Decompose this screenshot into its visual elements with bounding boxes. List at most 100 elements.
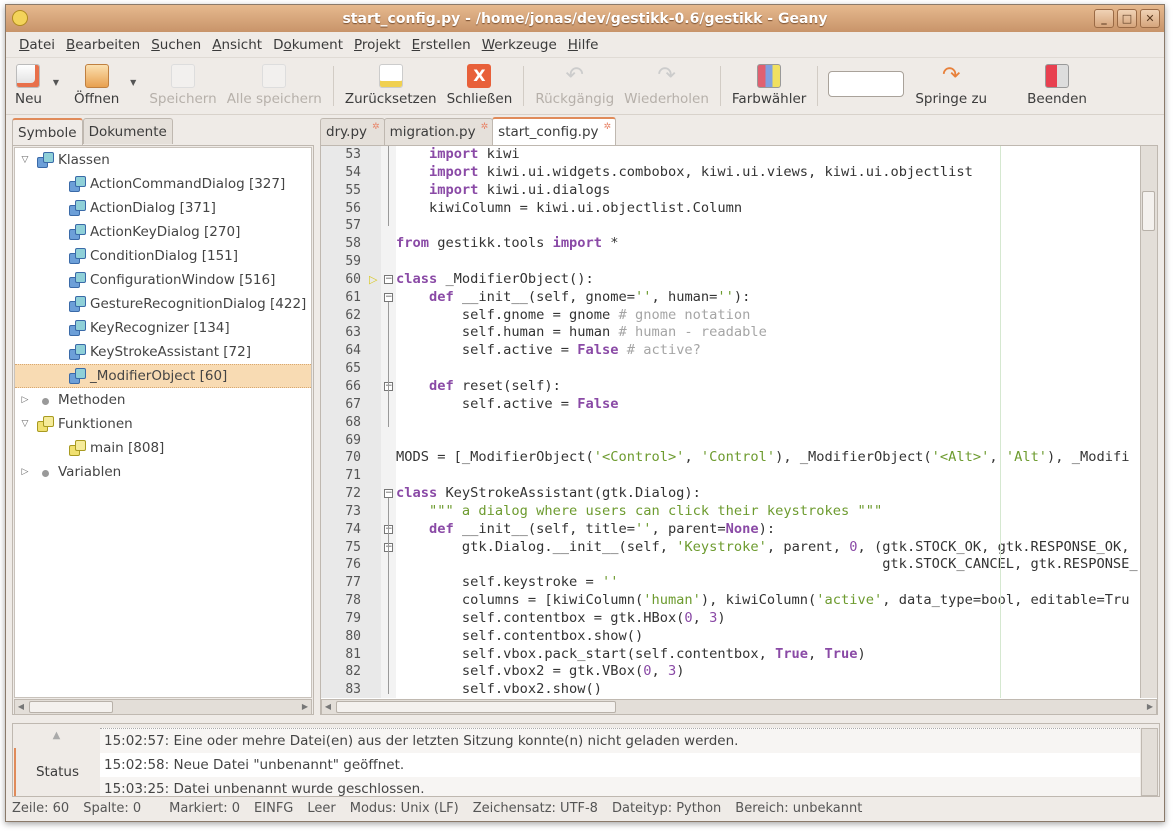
code-line[interactable]: import kiwi.ui.widgets.combobox, kiwi.ui… [396, 164, 1142, 182]
open-button[interactable]: Öffnen ▼ [69, 58, 136, 107]
code-line[interactable]: kiwiColumn = kiwi.ui.objectlist.Column [396, 200, 1142, 218]
tree-item[interactable]: ActionKeyDialog [270] [15, 220, 311, 244]
code-line[interactable]: self.active = False # active? [396, 342, 1142, 360]
code-line[interactable]: class KeyStrokeAssistant(gtk.Dialog): [396, 485, 1142, 503]
undo-button[interactable]: ↶ Rückgängig [530, 58, 619, 108]
code-line[interactable]: self.vbox.pack_start(self.contentbox, Tr… [396, 646, 1142, 664]
menu-Hilfe[interactable]: Hilfe [563, 37, 605, 53]
tree-item[interactable]: KeyRecognizer [134] [15, 316, 311, 340]
code-line[interactable] [396, 360, 1142, 378]
method-icon [37, 392, 53, 408]
editor-tab[interactable]: start_config.py ✲ [492, 117, 617, 146]
scroll-up-icon[interactable]: ▲ [14, 725, 99, 747]
fold-toggle-icon[interactable]: − [384, 292, 393, 302]
redo-button[interactable]: ↷ Wiederholen [619, 58, 714, 108]
save-all-icon [262, 64, 287, 88]
code-editor[interactable]: 53 54 55 56 57 58 59 60 61 62 63 64 65 66 67 68 69 70 71 72… [320, 145, 1158, 715]
menu-Ansicht[interactable]: Ansicht [207, 37, 268, 53]
fold-toggle-icon[interactable]: − [384, 274, 393, 284]
code-line[interactable]: def reset(self): [396, 378, 1142, 396]
expander-closed-icon[interactable]: ▷ [18, 467, 32, 477]
sidebar-horizontal-scrollbar[interactable]: ◀ ▶ [14, 699, 312, 715]
new-button[interactable]: Neu ▼ [10, 58, 59, 107]
code-line[interactable] [396, 467, 1142, 485]
tab-status[interactable]: Status [14, 748, 99, 796]
messages-vertical-scrollbar[interactable] [1141, 728, 1158, 796]
code-line[interactable]: self.active = False [396, 396, 1142, 414]
tree-item[interactable]: ConditionDialog [151] [15, 244, 311, 268]
tree-item[interactable]: main [808] [15, 436, 311, 460]
new-dropdown-arrow[interactable]: ▼ [53, 78, 59, 87]
expander-open-icon[interactable]: ▽ [18, 155, 32, 165]
code-line[interactable] [396, 253, 1142, 271]
code-line[interactable]: from gestikk.tools import * [396, 235, 1142, 253]
code-line[interactable]: self.contentbox = gtk.HBox(0, 3) [396, 610, 1142, 628]
tree-item[interactable]: ▽ Klassen [15, 148, 311, 172]
code-line[interactable]: self.gnome = gnome # gnome notation [396, 307, 1142, 325]
code-area[interactable]: import kiwi import kiwi.ui.widgets.combo… [396, 146, 1142, 698]
tree-item[interactable]: ▽ Funktionen [15, 412, 311, 436]
fold-toggle-icon[interactable]: − [384, 489, 393, 499]
code-line[interactable]: self.vbox2 = gtk.VBox(0, 3) [396, 663, 1142, 681]
code-line[interactable]: gtk.STOCK_CANCEL, gtk.RESPONSE_ [396, 556, 1142, 574]
code-line[interactable]: columns = [kiwiColumn('human'), kiwiColu… [396, 592, 1142, 610]
open-dropdown-arrow[interactable]: ▼ [130, 78, 136, 87]
save-button[interactable]: Speichern [144, 58, 221, 107]
code-line[interactable] [396, 217, 1142, 235]
geany-app-icon [12, 10, 28, 26]
quit-button[interactable]: Beenden [1022, 58, 1092, 107]
code-line[interactable]: gtk.Dialog.__init__(self, 'Keystroke', p… [396, 539, 1142, 557]
tree-item[interactable]: _ModifierObject [60] [15, 364, 311, 388]
expander-open-icon[interactable]: ▽ [18, 419, 32, 429]
code-line[interactable]: MODS = [_ModifierObject('<Control>', 'Co… [396, 449, 1142, 467]
tree-item[interactable]: ▷ Variablen [15, 460, 311, 484]
menu-Projekt[interactable]: Projekt [349, 37, 407, 53]
code-line[interactable]: self.contentbox.show() [396, 628, 1142, 646]
minimize-button[interactable]: _ [1094, 9, 1114, 28]
line-number: 78 [345, 593, 361, 609]
tab-close-icon[interactable]: ✲ [372, 122, 380, 145]
menu-Werkzeuge[interactable]: Werkzeuge [477, 37, 563, 53]
menu-Bearbeiten[interactable]: Bearbeiten [61, 37, 146, 53]
code-line[interactable]: self.keystroke = '' [396, 574, 1142, 592]
code-line[interactable]: class _ModifierObject(): [396, 271, 1142, 289]
open-folder-icon [84, 64, 109, 88]
tree-item[interactable]: ActionDialog [371] [15, 196, 311, 220]
close-button[interactable]: X Schließen [442, 58, 518, 107]
tree-item[interactable]: KeyStrokeAssistant [72] [15, 340, 311, 364]
code-line[interactable]: import kiwi.ui.dialogs [396, 182, 1142, 200]
code-line[interactable] [396, 414, 1142, 432]
tree-item[interactable]: ▷ Methoden [15, 388, 311, 412]
editor-tab[interactable]: dry.py ✲ [320, 118, 385, 145]
close-window-button[interactable]: ✕ [1140, 9, 1160, 28]
tree-item[interactable]: GestureRecognitionDialog [422] [15, 292, 311, 316]
maximize-button[interactable]: □ [1117, 9, 1137, 28]
code-line[interactable]: """ a dialog where users can click their… [396, 503, 1142, 521]
menu-Suchen[interactable]: Suchen [146, 37, 207, 53]
menu-Erstellen[interactable]: Erstellen [407, 37, 477, 53]
editor-tab[interactable]: migration.py ✲ [383, 118, 494, 145]
editor-vertical-scrollbar[interactable] [1140, 146, 1157, 698]
jump-to-line-input[interactable] [828, 71, 905, 97]
tree-item[interactable]: ActionCommandDialog [327] [15, 172, 311, 196]
menu-Datei[interactable]: Datei [14, 37, 61, 53]
save-all-button[interactable]: Alle speichern [222, 58, 327, 107]
code-line[interactable]: def __init__(self, gnome='', human=''): [396, 289, 1142, 307]
line-number: 69 [345, 432, 361, 448]
tab-documents[interactable]: Dokumente [82, 118, 173, 144]
tab-close-icon[interactable]: ✲ [481, 122, 489, 145]
code-line[interactable] [396, 432, 1142, 450]
menu-Dokument[interactable]: Dokument [268, 37, 349, 53]
code-line[interactable]: self.human = human # human - readable [396, 324, 1142, 342]
tab-symbols[interactable]: Symbole [12, 118, 83, 145]
code-line[interactable]: import kiwi [396, 146, 1142, 164]
editor-horizontal-scrollbar[interactable]: ◀ ▶ [321, 699, 1157, 714]
tab-close-icon[interactable]: ✲ [604, 122, 612, 146]
color-picker-button[interactable]: Farbwähler [727, 58, 811, 107]
code-line[interactable]: self.vbox2.show() [396, 681, 1142, 698]
expander-closed-icon[interactable]: ▷ [18, 395, 32, 405]
jump-to-button[interactable]: ↷ Springe zu [910, 58, 992, 108]
revert-button[interactable]: Zurücksetzen [340, 58, 442, 107]
code-line[interactable]: def __init__(self, title='', parent=None… [396, 521, 1142, 539]
tree-item[interactable]: ConfigurationWindow [516] [15, 268, 311, 292]
